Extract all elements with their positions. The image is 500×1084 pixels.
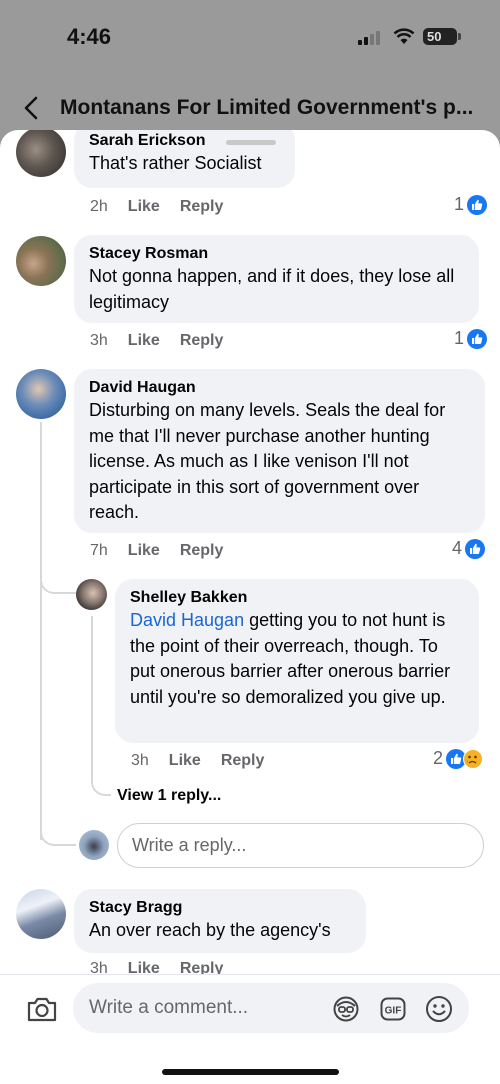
back-icon[interactable] bbox=[18, 94, 46, 122]
comment-actions: 7h Like Reply bbox=[90, 542, 243, 560]
avatar[interactable] bbox=[16, 236, 66, 286]
page-header: Montanans For Limited Government's p... bbox=[0, 80, 500, 136]
avatar[interactable] bbox=[76, 579, 107, 610]
emoji-icon[interactable] bbox=[425, 995, 453, 1023]
comment-actions: 3h Like Reply bbox=[90, 332, 243, 350]
mention-link[interactable]: David Haugan bbox=[130, 610, 244, 630]
page-title: Montanans For Limited Government's p... bbox=[60, 96, 474, 119]
reply-text: David Haugan getting you to not hunt is … bbox=[130, 608, 464, 710]
current-user-avatar bbox=[79, 830, 109, 860]
comment-placeholder: Write a comment... bbox=[89, 997, 249, 1018]
avatar[interactable] bbox=[16, 369, 66, 419]
reaction-count[interactable]: 4 bbox=[452, 538, 486, 559]
battery-level: 50 bbox=[427, 29, 442, 44]
svg-text:GIF: GIF bbox=[385, 1006, 402, 1017]
reaction-count[interactable]: 1 bbox=[454, 194, 488, 215]
thread-connector bbox=[40, 550, 76, 594]
comment-text: An over reach by the agency's bbox=[89, 920, 331, 940]
sheet-grabber[interactable] bbox=[226, 140, 276, 145]
reply-actions: 3h Like Reply bbox=[131, 752, 284, 770]
home-indicator[interactable] bbox=[162, 1069, 339, 1075]
like-button[interactable]: Like bbox=[169, 752, 201, 769]
reaction-number: 4 bbox=[452, 538, 463, 558]
sad-icon bbox=[463, 748, 484, 769]
reaction-count[interactable]: 2 bbox=[433, 748, 484, 769]
signal-icon bbox=[358, 31, 384, 45]
gif-icon[interactable]: GIF bbox=[379, 995, 407, 1023]
comment-text: That's rather Socialist bbox=[89, 153, 262, 173]
battery-icon: 50 bbox=[423, 28, 461, 45]
comment-composer-bar: Write a comment... GIF bbox=[0, 974, 500, 1084]
thread-connector bbox=[40, 810, 76, 846]
view-replies-link[interactable]: View 1 reply... bbox=[117, 787, 221, 805]
like-button[interactable]: Like bbox=[128, 542, 160, 559]
reply-author[interactable]: Shelley Bakken bbox=[130, 588, 464, 608]
comment-age: 3h bbox=[90, 332, 108, 349]
comment-bubble: Stacy Bragg An over reach by the agency'… bbox=[74, 889, 366, 953]
status-time: 4:46 bbox=[67, 24, 112, 49]
reply-bubble: Shelley Bakken David Haugan getting you … bbox=[115, 579, 479, 743]
comment-actions: 2h Like Reply bbox=[90, 198, 243, 216]
like-icon bbox=[465, 538, 486, 559]
comment-age: 7h bbox=[90, 542, 108, 559]
comment-bubble: Sarah Erickson That's rather Socialist bbox=[74, 130, 295, 188]
comment-bubble: David Haugan Disturbing on many levels. … bbox=[74, 369, 485, 533]
comment-age: 2h bbox=[90, 198, 108, 215]
comment-input[interactable]: Write a comment... GIF bbox=[73, 983, 469, 1033]
reply-button[interactable]: Reply bbox=[180, 198, 224, 215]
avatar[interactable] bbox=[16, 889, 66, 939]
reply-input[interactable]: Write a reply... bbox=[117, 823, 484, 868]
reaction-number: 2 bbox=[433, 748, 444, 768]
reply-button[interactable]: Reply bbox=[221, 752, 265, 769]
thread-line bbox=[40, 422, 42, 840]
status-bar: 4:46 50 bbox=[0, 0, 500, 70]
wifi-icon bbox=[393, 28, 415, 44]
like-button[interactable]: Like bbox=[128, 332, 160, 349]
reply-button[interactable]: Reply bbox=[180, 542, 224, 559]
comment-author[interactable]: Stacy Bragg bbox=[89, 898, 351, 918]
thread-connector bbox=[91, 616, 111, 796]
reaction-count[interactable]: 1 bbox=[454, 328, 488, 349]
comment-author[interactable]: Stacey Rosman bbox=[89, 244, 464, 264]
reaction-number: 1 bbox=[454, 194, 465, 214]
like-icon bbox=[467, 194, 488, 215]
like-button[interactable]: Like bbox=[128, 198, 160, 215]
comment-text: Disturbing on many levels. Seals the dea… bbox=[89, 400, 446, 522]
comments-sheet[interactable]: Sarah Erickson That's rather Socialist 2… bbox=[0, 130, 500, 1084]
reply-button[interactable]: Reply bbox=[180, 332, 224, 349]
comment-text: Not gonna happen, and if it does, they l… bbox=[89, 266, 455, 312]
reply-placeholder: Write a reply... bbox=[132, 835, 247, 855]
avatar[interactable] bbox=[16, 130, 66, 177]
like-icon bbox=[467, 328, 488, 349]
reaction-number: 1 bbox=[454, 328, 465, 348]
avatar-sticker-icon[interactable] bbox=[332, 995, 360, 1023]
comment-bubble: Stacey Rosman Not gonna happen, and if i… bbox=[74, 235, 479, 323]
camera-icon[interactable] bbox=[26, 995, 58, 1023]
reply-age: 3h bbox=[131, 752, 149, 769]
comment-author[interactable]: David Haugan bbox=[89, 378, 470, 398]
